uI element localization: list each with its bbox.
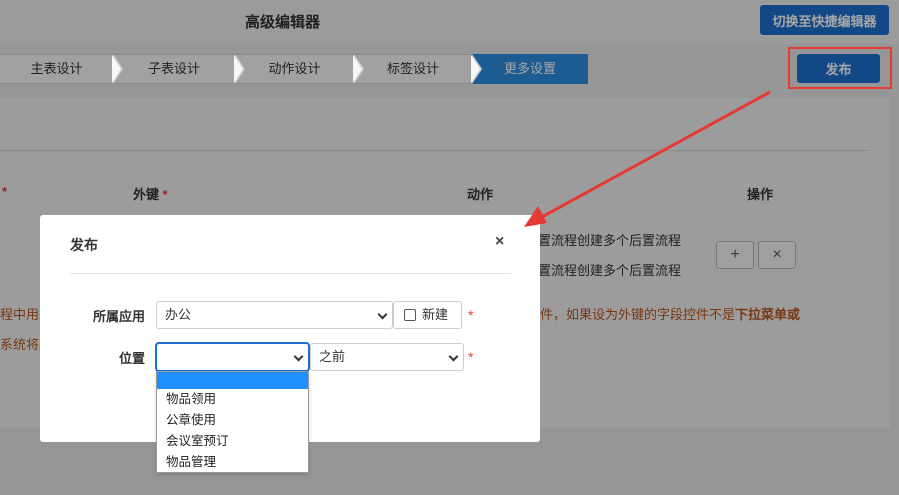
app-select-value: 办公 [165, 307, 192, 322]
new-app-toggle[interactable]: 新建 [393, 301, 462, 329]
dropdown-option[interactable]: 物品管理 [157, 452, 308, 473]
chevron-down-icon [377, 309, 388, 320]
order-select-value: 之前 [319, 349, 346, 364]
dialog-divider [70, 273, 511, 274]
highlight-box [788, 47, 892, 89]
required-mark: * [468, 307, 474, 323]
dropdown-option[interactable]: 公章使用 [157, 410, 308, 431]
dropdown-option[interactable]: 会议室预订 [157, 431, 308, 452]
chevron-down-icon [448, 351, 459, 362]
order-select[interactable]: 之前 [310, 343, 464, 371]
app-label: 所属应用 [92, 309, 145, 324]
required-mark: * [468, 349, 474, 365]
new-checkbox[interactable] [404, 309, 416, 321]
position-dropdown-list: 物品领用 公章使用 会议室预订 物品管理 [156, 371, 309, 473]
close-icon[interactable]: × [495, 233, 504, 251]
new-label: 新建 [422, 307, 449, 322]
app-select[interactable]: 办公 [156, 301, 393, 329]
position-label: 位置 [118, 351, 145, 366]
chevron-down-icon [293, 351, 304, 362]
dialog-title: 发布 [70, 237, 98, 253]
dropdown-option[interactable]: 物品领用 [157, 389, 308, 410]
position-select[interactable] [156, 343, 309, 371]
dropdown-option-empty[interactable] [157, 372, 308, 389]
